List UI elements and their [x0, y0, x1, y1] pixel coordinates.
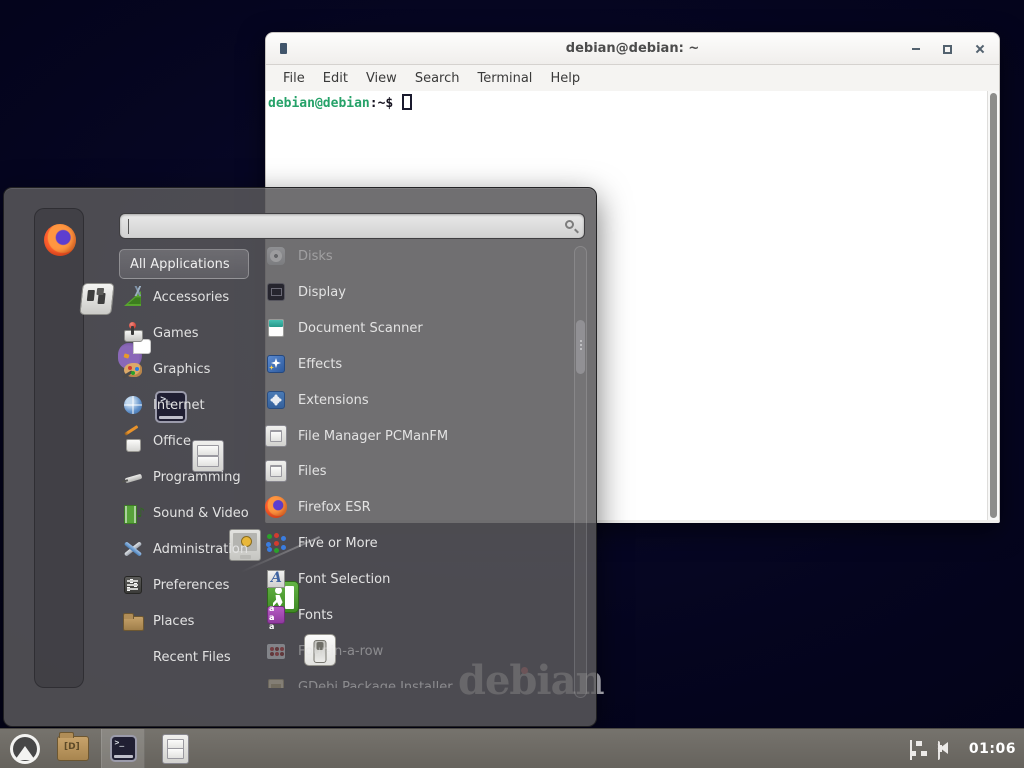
prompt-user-host: debian@debian: [268, 96, 370, 111]
disks-icon: [265, 245, 287, 267]
games-icon: [122, 322, 144, 344]
category-games[interactable]: Games: [122, 321, 268, 345]
menu-view[interactable]: View: [357, 68, 406, 89]
category-preferences[interactable]: Preferences: [122, 573, 268, 597]
app-firefox-esr[interactable]: Firefox ESR: [265, 495, 565, 519]
clock[interactable]: 01:06: [969, 741, 1016, 757]
menu-scrollbar-thumb[interactable]: [576, 320, 585, 374]
extensions-icon: [265, 389, 287, 411]
four-in-a-row-icon: [265, 640, 287, 662]
category-administration[interactable]: Administration: [122, 537, 268, 561]
app-document-scanner[interactable]: Document Scanner: [265, 316, 565, 340]
fonts-icon: [265, 604, 287, 626]
menu-scrollbar-track[interactable]: [574, 246, 587, 698]
close-icon[interactable]: [975, 44, 985, 54]
category-office[interactable]: Office: [122, 429, 268, 453]
terminal-titlebar[interactable]: debian@debian: ~: [266, 33, 999, 65]
font-selection-icon: [265, 568, 287, 590]
app-file-manager-pcmanfm[interactable]: File Manager PCManFM: [265, 424, 565, 448]
file-manager-icon: [265, 425, 287, 447]
category-accessories[interactable]: Accessories: [122, 285, 268, 309]
app-files[interactable]: Files: [265, 459, 565, 483]
category-programming[interactable]: Programming: [122, 465, 268, 489]
taskbar-terminal-window-button[interactable]: [101, 729, 145, 768]
terminal-menubar: File Edit View Search Terminal Help: [266, 65, 999, 91]
volume-icon[interactable]: [938, 741, 958, 756]
favorites-panel: [34, 208, 84, 688]
document-scanner-icon: [265, 317, 287, 339]
category-internet[interactable]: Internet: [122, 393, 268, 417]
category-sound-video[interactable]: Sound & Video: [122, 501, 268, 525]
programming-icon: [122, 466, 144, 488]
network-icon[interactable]: [910, 741, 927, 756]
menu-terminal[interactable]: Terminal: [468, 68, 541, 89]
app-disks[interactable]: Disks: [265, 244, 565, 268]
text-caret: [128, 219, 129, 234]
taskbar: 01:06: [0, 728, 1024, 768]
taskbar-files-launcher[interactable]: [162, 734, 189, 764]
menu-file[interactable]: File: [274, 68, 314, 89]
preferences-icon: [122, 574, 144, 596]
minimize-icon[interactable]: [912, 48, 920, 50]
sound-video-icon: [122, 502, 144, 524]
app-gdebi-package-installer[interactable]: GDebi Package Installer: [265, 675, 565, 688]
gdebi-icon: [265, 676, 287, 688]
app-display[interactable]: Display: [265, 280, 565, 304]
application-menu: All Applications Accessories Games Graph…: [3, 187, 597, 727]
menu-edit[interactable]: Edit: [314, 68, 357, 89]
display-icon: [265, 281, 287, 303]
app-fonts[interactable]: Fonts: [265, 603, 565, 627]
files-icon: [265, 460, 287, 482]
category-recent-files[interactable]: Recent Files: [122, 645, 268, 669]
app-five-or-more[interactable]: Five or More: [265, 531, 565, 555]
places-icon: [122, 610, 144, 632]
firefox-icon: [265, 496, 287, 518]
category-all-applications[interactable]: All Applications: [119, 249, 249, 279]
office-icon: [122, 430, 144, 452]
terminal-cursor: [402, 94, 412, 110]
app-list: Disks Display Document Scanner Effects E…: [265, 228, 571, 688]
favorite-settings-icon[interactable]: [79, 283, 114, 315]
terminal-scrollbar-thumb[interactable]: [990, 93, 997, 518]
favorite-firefox-icon[interactable]: [44, 224, 76, 256]
terminal-scrollbar[interactable]: [987, 91, 999, 520]
maximize-icon[interactable]: [943, 45, 952, 54]
terminal-icon: [110, 735, 137, 762]
graphics-icon: [122, 358, 144, 380]
taskbar-folder-launcher[interactable]: [57, 736, 89, 761]
administration-icon: [122, 538, 144, 560]
category-places[interactable]: Places: [122, 609, 268, 633]
desktop: debian debian@debian: ~ File Edit View S…: [0, 0, 1024, 768]
app-effects[interactable]: Effects: [265, 352, 565, 376]
category-graphics[interactable]: Graphics: [122, 357, 268, 381]
app-four-in-a-row[interactable]: Four-in-a-row: [265, 639, 565, 663]
window-title: debian@debian: ~: [266, 41, 999, 56]
taskbar-menu-button[interactable]: [10, 734, 40, 764]
app-extensions[interactable]: Extensions: [265, 388, 565, 412]
accessories-icon: [122, 286, 144, 308]
menu-search[interactable]: Search: [406, 68, 469, 89]
menu-help[interactable]: Help: [541, 68, 589, 89]
effects-icon: [265, 353, 287, 375]
app-font-selection[interactable]: Font Selection: [265, 567, 565, 591]
prompt-path: :~$: [370, 96, 393, 111]
internet-icon: [122, 394, 144, 416]
system-tray: 01:06: [910, 741, 1024, 757]
